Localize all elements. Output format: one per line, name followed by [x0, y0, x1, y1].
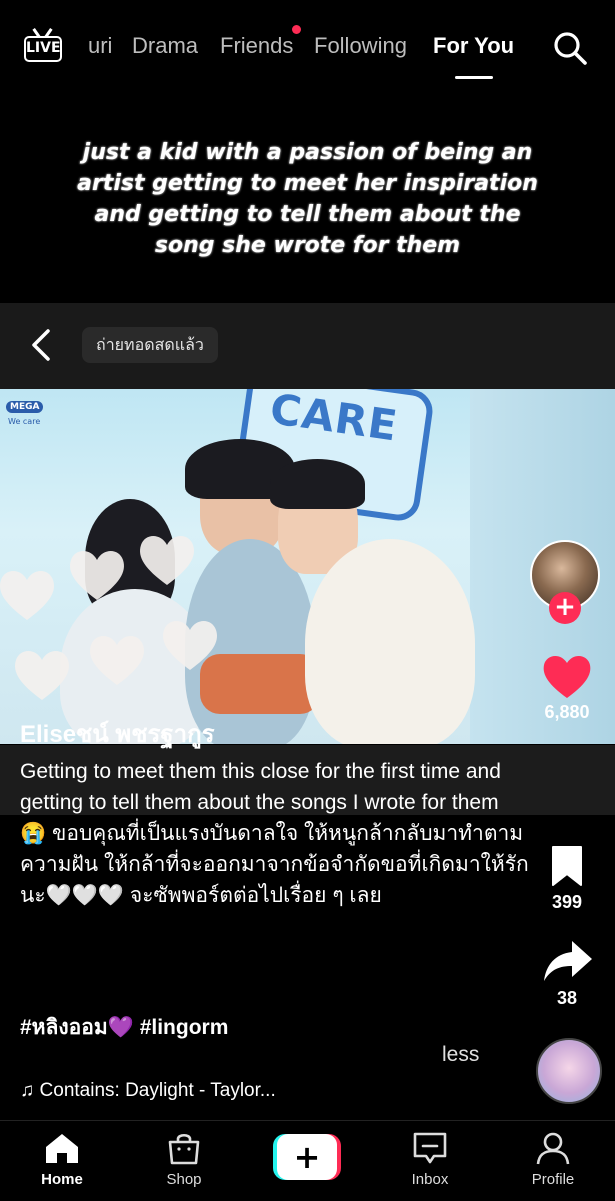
- active-tab-indicator: [455, 76, 493, 79]
- home-icon: [46, 1134, 78, 1163]
- care-sign-text: CARE: [267, 389, 402, 451]
- post-description: Getting to meet them this close for the …: [20, 760, 529, 907]
- tab-for-you[interactable]: For You: [433, 33, 514, 59]
- follow-button[interactable]: +: [549, 592, 581, 624]
- bottom-navigation: Home Shop + Inbox Profile: [0, 1120, 615, 1201]
- less-toggle[interactable]: less: [442, 1043, 479, 1067]
- heart-icon[interactable]: [540, 652, 594, 700]
- music-disc-icon[interactable]: [536, 1038, 602, 1104]
- post-hashtags[interactable]: #หลิงออม💜 #lingorm: [20, 1011, 228, 1044]
- create-button[interactable]: +: [273, 1134, 341, 1180]
- person-right-hair: [270, 459, 365, 509]
- creator-username[interactable]: Eliseชน์ พชรฐากูร: [20, 714, 215, 753]
- nav-profile-label: Profile: [531, 1171, 575, 1188]
- white-heart-icon: [70, 551, 124, 600]
- notification-dot: [292, 25, 301, 34]
- share-icon[interactable]: [542, 938, 594, 984]
- caption-overlay: just a kid with a passion of being an ar…: [0, 95, 615, 303]
- create-icon: +: [277, 1134, 337, 1180]
- top-navigation: LIVE uri Drama Friends Following For You: [0, 0, 615, 95]
- mega-logo-subtitle: We care: [8, 417, 41, 426]
- video-frame[interactable]: CARE MEGA We care: [0, 389, 615, 744]
- sound-label[interactable]: ♫ Contains: Daylight - Taylor...: [20, 1080, 276, 1102]
- mega-logo: MEGA: [6, 401, 44, 413]
- white-heart-icon: [140, 536, 194, 585]
- shop-icon: [168, 1133, 200, 1165]
- nav-profile[interactable]: Profile: [508, 1131, 598, 1188]
- back-icon[interactable]: [26, 325, 56, 365]
- person-right-body: [305, 539, 475, 744]
- live-status-bar: ถ่ายทอดสดแล้ว: [0, 303, 615, 389]
- tab-friends[interactable]: Friends: [220, 33, 293, 59]
- nav-home[interactable]: Home: [17, 1131, 107, 1188]
- tab-drama[interactable]: Drama: [132, 33, 198, 59]
- nav-inbox-label: Inbox: [411, 1171, 449, 1188]
- nav-home-label: Home: [41, 1171, 83, 1188]
- nav-shop[interactable]: Shop: [139, 1131, 229, 1188]
- overlay-caption: just a kid with a passion of being an ar…: [77, 140, 538, 258]
- white-heart-icon: [0, 571, 54, 620]
- white-heart-icon: [15, 651, 69, 700]
- white-heart-icon: [163, 621, 217, 670]
- tab-following[interactable]: Following: [314, 33, 407, 59]
- live-ended-badge: ถ่ายทอดสดแล้ว: [82, 327, 218, 363]
- live-icon[interactable]: LIVE: [24, 28, 64, 66]
- nav-shop-label: Shop: [166, 1171, 202, 1188]
- share-count: 38: [556, 988, 578, 1008]
- bookmark-icon[interactable]: [550, 844, 584, 888]
- like-count: 6,880: [544, 702, 590, 722]
- profile-icon: [536, 1132, 570, 1165]
- nav-inbox[interactable]: Inbox: [385, 1131, 475, 1188]
- search-icon[interactable]: [552, 30, 588, 66]
- tab-uri[interactable]: uri: [88, 33, 112, 59]
- save-count: 399: [551, 892, 583, 912]
- live-label: LIVE: [24, 36, 62, 62]
- white-heart-icon: [90, 636, 144, 685]
- inbox-icon: [413, 1132, 447, 1164]
